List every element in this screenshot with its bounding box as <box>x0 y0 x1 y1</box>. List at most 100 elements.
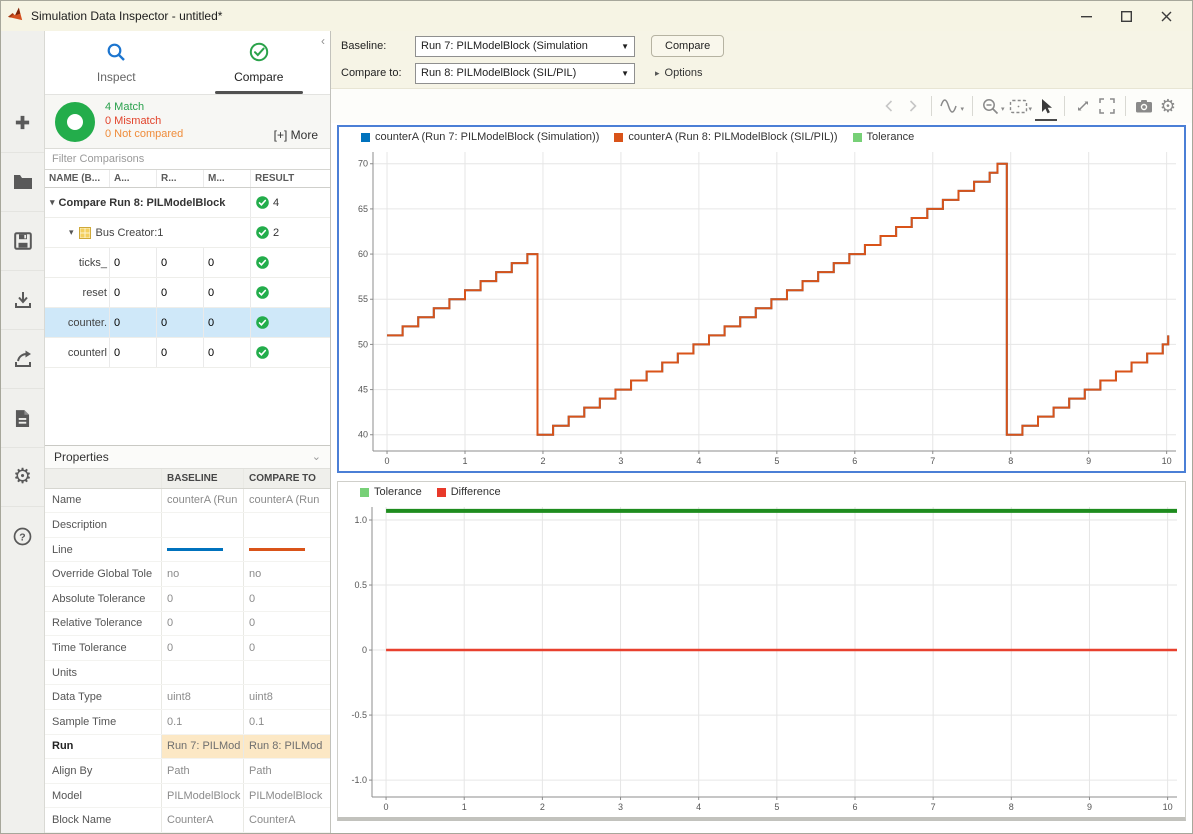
expander-caret-icon[interactable]: ▾ <box>50 197 55 208</box>
property-label: Relative Tolerance <box>45 612 161 636</box>
property-compare-value[interactable]: CounterA <box>243 808 330 832</box>
properties-header[interactable]: Properties ⌄ <box>45 445 330 469</box>
snapshot-camera-icon[interactable] <box>1133 95 1155 117</box>
comparison-row[interactable]: ticks_000 <box>45 248 330 278</box>
property-baseline-value[interactable]: 0 <box>161 636 243 660</box>
minimize-button[interactable] <box>1066 2 1106 30</box>
svg-text:7: 7 <box>931 802 936 812</box>
properties-title: Properties <box>54 450 109 464</box>
property-baseline-value[interactable] <box>161 538 243 562</box>
legend-item: counterA (Run 7: PILModelBlock (Simulati… <box>361 131 599 143</box>
property-baseline-value[interactable] <box>161 513 243 537</box>
baseline-label: Baseline: <box>341 40 407 52</box>
export-icon[interactable] <box>1 329 44 388</box>
zoom-box-icon[interactable] <box>1007 95 1029 117</box>
property-compare-value[interactable]: 0 <box>243 587 330 611</box>
open-folder-icon[interactable] <box>1 152 44 211</box>
comparison-row[interactable]: counterl000 <box>45 338 330 368</box>
property-baseline-value[interactable]: 0 <box>161 612 243 636</box>
expander-caret-icon[interactable]: ▾ <box>69 227 74 238</box>
help-icon[interactable]: ? <box>1 506 44 565</box>
property-row: Align ByPathPath <box>45 759 330 784</box>
difference-chart[interactable]: ToleranceDifference 012345678910-1.0-0.5… <box>337 481 1186 821</box>
collapse-panel-icon[interactable]: ‹ <box>321 35 325 47</box>
property-baseline-value[interactable]: counterA (Run <box>161 489 243 513</box>
property-compare-value[interactable]: 0.1 <box>243 710 330 734</box>
compare-to-dropdown[interactable]: Run 8: PILModelBlock (SIL/PIL) ▼ <box>415 63 635 84</box>
baseline-dropdown[interactable]: Run 7: PILModelBlock (Simulation ▼ <box>415 36 635 57</box>
chevron-down-icon[interactable]: ⌄ <box>312 450 321 463</box>
svg-text:9: 9 <box>1087 802 1092 812</box>
plot-panel: Baseline: Run 7: PILModelBlock (Simulati… <box>331 31 1192 833</box>
property-baseline-value[interactable]: 0.1 <box>161 710 243 734</box>
comparison-table: NAME (B... A... R... M... RESULT ▾Compar… <box>45 170 330 445</box>
filter-comparisons-input[interactable] <box>45 149 330 169</box>
next-view-icon[interactable] <box>902 95 924 117</box>
tab-inspect[interactable]: Inspect <box>45 31 188 94</box>
property-baseline-value[interactable]: no <box>161 562 243 586</box>
svg-text:3: 3 <box>618 802 623 812</box>
compare-bar: Baseline: Run 7: PILModelBlock (Simulati… <box>331 31 1192 89</box>
app-window: Simulation Data Inspector - untitled* <box>0 0 1193 834</box>
maximize-button[interactable] <box>1106 2 1146 30</box>
legend-item: counterA (Run 8: PILModelBlock (SIL/PIL)… <box>614 131 837 143</box>
property-label: Description <box>45 513 161 537</box>
save-icon[interactable] <box>1 211 44 270</box>
chart1-plot[interactable]: 01234567891040455055606570 <box>339 147 1184 471</box>
property-baseline-value[interactable] <box>161 661 243 685</box>
cursor-icon[interactable] <box>1035 95 1057 117</box>
options-toggle[interactable]: ▸ Options <box>655 67 702 79</box>
match-count: 4 Match <box>105 101 183 115</box>
property-compare-value[interactable]: Run 8: PILMod <box>243 735 330 759</box>
col-a[interactable]: A... <box>109 170 156 187</box>
signal-trace-icon[interactable] <box>939 95 961 117</box>
svg-text:3: 3 <box>618 456 623 466</box>
fit-to-view-icon[interactable] <box>1072 95 1094 117</box>
svg-text:-1.0: -1.0 <box>351 775 367 785</box>
compare-button[interactable]: Compare <box>651 35 724 57</box>
property-compare-value[interactable] <box>243 661 330 685</box>
comparison-row[interactable]: reset000 <box>45 278 330 308</box>
property-compare-value[interactable] <box>243 513 330 537</box>
plot-settings-gear-icon[interactable]: ⚙ <box>1157 95 1179 117</box>
zoom-out-icon[interactable] <box>980 95 1002 117</box>
property-label: Time Tolerance <box>45 636 161 660</box>
signal-comparison-chart[interactable]: counterA (Run 7: PILModelBlock (Simulati… <box>337 125 1186 473</box>
signal-name: ticks_ <box>45 248 109 277</box>
tab-compare[interactable]: Compare <box>188 31 331 94</box>
property-baseline-value[interactable]: 0 <box>161 587 243 611</box>
property-baseline-value[interactable]: Run 7: PILMod <box>161 735 243 759</box>
property-baseline-value[interactable]: CounterA <box>161 808 243 832</box>
property-compare-value[interactable]: Path <box>243 759 330 783</box>
property-compare-value[interactable] <box>243 538 330 562</box>
legend-item: Tolerance <box>360 486 422 498</box>
property-row: RunRun 7: PILModRun 8: PILMod <box>45 735 330 760</box>
col-result[interactable]: RESULT <box>250 170 330 187</box>
more-link[interactable]: [+] More <box>274 128 320 148</box>
col-m[interactable]: M... <box>203 170 250 187</box>
comparison-row[interactable]: ▾Bus Creator:12 <box>45 218 330 248</box>
comparison-row[interactable]: counter.000 <box>45 308 330 338</box>
property-compare-value[interactable]: counterA (Run <box>243 489 330 513</box>
chart2-plot[interactable]: 012345678910-1.0-0.500.51.0 <box>338 502 1185 817</box>
import-icon[interactable] <box>1 270 44 329</box>
property-baseline-value[interactable]: PILModelBlock <box>161 784 243 808</box>
col-r[interactable]: R... <box>156 170 203 187</box>
previous-view-icon[interactable] <box>878 95 900 117</box>
preferences-gear-icon[interactable]: ⚙ <box>1 447 44 506</box>
comparison-row[interactable]: ▾Compare Run 8: PILModelBlock4 <box>45 188 330 218</box>
add-icon[interactable] <box>1 93 44 152</box>
svg-text:8: 8 <box>1009 802 1014 812</box>
property-baseline-value[interactable]: Path <box>161 759 243 783</box>
property-compare-value[interactable]: uint8 <box>243 685 330 709</box>
property-compare-value[interactable]: no <box>243 562 330 586</box>
fullscreen-icon[interactable] <box>1096 95 1118 117</box>
property-compare-value[interactable]: PILModelBlock <box>243 784 330 808</box>
property-compare-value[interactable]: 0 <box>243 612 330 636</box>
close-button[interactable] <box>1146 2 1186 30</box>
col-name[interactable]: NAME (B... <box>45 170 109 187</box>
property-compare-value[interactable]: 0 <box>243 636 330 660</box>
create-report-icon[interactable] <box>1 388 44 447</box>
result-cell <box>250 248 330 277</box>
property-baseline-value[interactable]: uint8 <box>161 685 243 709</box>
